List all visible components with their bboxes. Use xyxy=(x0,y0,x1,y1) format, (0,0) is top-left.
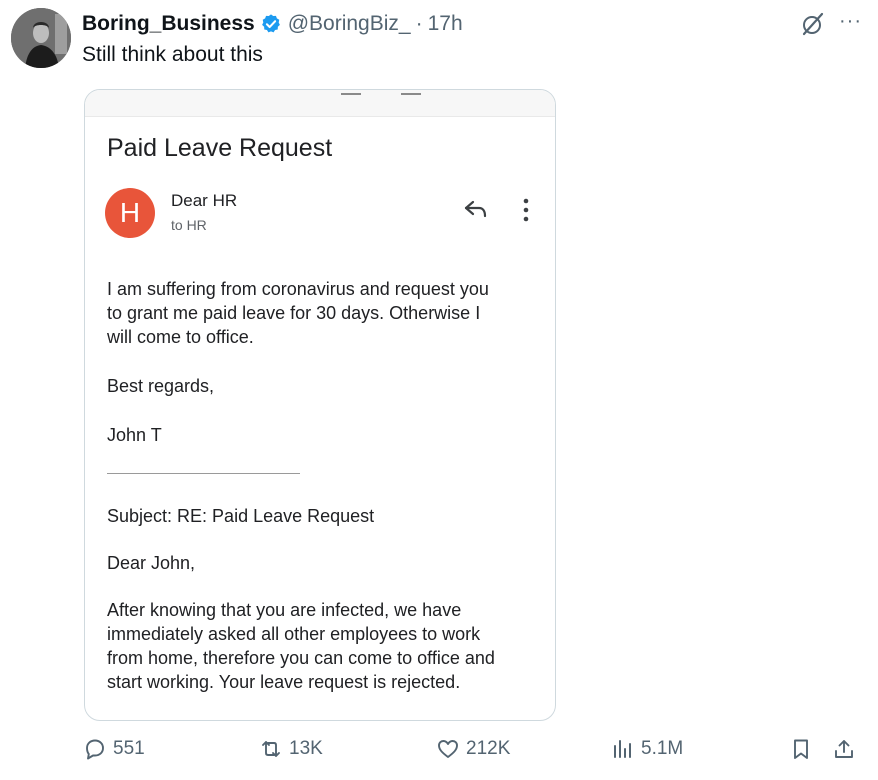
reply-body-line: start working. Your leave request is rej… xyxy=(107,672,461,692)
top-bar-mark xyxy=(401,93,421,95)
heart-icon xyxy=(438,740,458,758)
sender-avatar: H xyxy=(105,188,155,238)
reply-count: 551 xyxy=(113,738,145,759)
bookmark-button[interactable] xyxy=(789,737,813,761)
like-button[interactable]: 212K xyxy=(436,737,510,761)
email-subject: Paid Leave Request xyxy=(107,134,333,162)
post-timestamp[interactable]: 17h xyxy=(428,12,463,36)
sender-name: Dear HR xyxy=(171,191,238,210)
repost-button[interactable]: 13K xyxy=(259,737,323,761)
image-top-bar xyxy=(85,90,555,117)
like-count: 212K xyxy=(466,738,511,759)
reply-button[interactable]: 551 xyxy=(83,737,145,761)
top-bar-mark xyxy=(341,93,361,95)
reply-body: After knowing that you are infected, we … xyxy=(107,598,495,694)
email-body-line: I am suffering from coronavirus and requ… xyxy=(107,279,489,299)
views-icon xyxy=(614,740,631,758)
repost-icon xyxy=(262,741,280,757)
reply-body-line: from home, therefore you can come to off… xyxy=(107,648,495,668)
views-button[interactable]: 5.1M xyxy=(611,737,683,761)
author-display-name[interactable]: Boring_Business xyxy=(82,12,255,36)
post-text: Still think about this xyxy=(82,43,263,66)
reply-greeting: Dear John, xyxy=(107,553,196,573)
email-body-line: will come to office. xyxy=(107,327,254,347)
author-avatar-image xyxy=(11,8,71,68)
email-divider xyxy=(107,473,300,474)
email-body: I am suffering from coronavirus and requ… xyxy=(107,277,489,349)
post-top-controls: ··· xyxy=(799,10,862,38)
more-icon[interactable]: ··· xyxy=(839,11,862,31)
author-handle[interactable]: @BoringBiz_ xyxy=(288,12,411,36)
verified-badge-icon xyxy=(261,14,280,33)
reply-body-line: After knowing that you are infected, we … xyxy=(107,600,462,620)
recipient-line: to HR xyxy=(171,217,207,233)
share-button[interactable] xyxy=(832,737,856,761)
post-header: Boring_Business @BoringBiz_ · 17h xyxy=(82,10,463,38)
engagement-bar: 551 13K 212K 5.1M xyxy=(0,730,878,770)
share-icon xyxy=(835,740,853,758)
view-count: 5.1M xyxy=(641,738,684,759)
reply-body-line: immediately asked all other employees to… xyxy=(107,624,481,644)
sender-initial: H xyxy=(119,197,141,228)
post-image[interactable]: Paid Leave Request H Dear HR to HR I am … xyxy=(84,89,556,721)
email-signature: John T xyxy=(107,425,162,445)
author-avatar[interactable] xyxy=(11,8,71,68)
bookmark-icon xyxy=(794,739,808,759)
comment-icon xyxy=(86,739,104,760)
reply-subject: Subject: RE: Paid Leave Request xyxy=(107,506,375,526)
email-body-line: to grant me paid leave for 30 days. Othe… xyxy=(107,303,481,323)
reply-icon xyxy=(464,200,487,218)
repost-count: 13K xyxy=(289,738,323,759)
email-regards: Best regards, xyxy=(107,376,215,396)
grok-icon[interactable] xyxy=(799,10,827,38)
header-separator: · xyxy=(415,12,423,35)
more-options-icon xyxy=(523,198,529,222)
